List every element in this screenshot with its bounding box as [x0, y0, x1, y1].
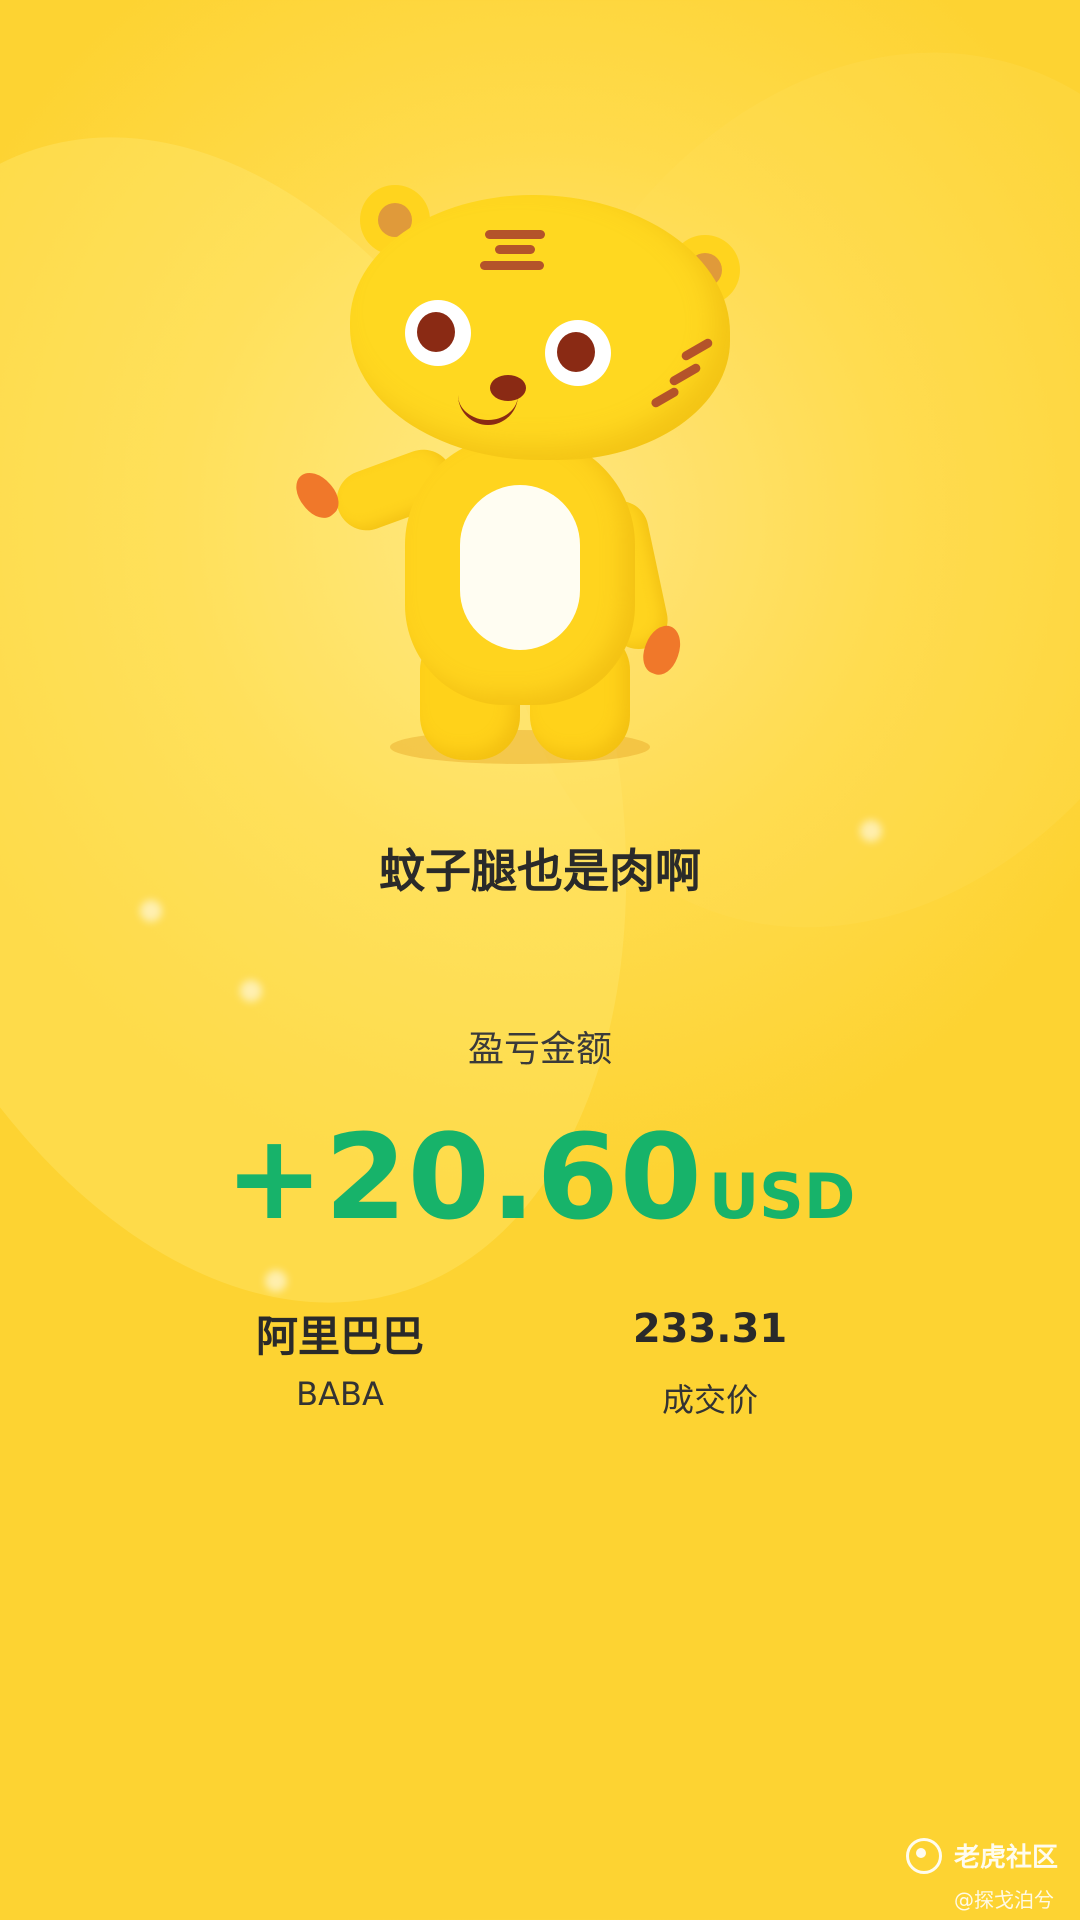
drumstick-icon [287, 464, 347, 526]
watermark-brand-text: 老虎社区 [953, 1843, 1058, 1873]
watermark-username: @探戈泊兮 [954, 1888, 1054, 1912]
forehead-stripe [495, 245, 535, 254]
profit-loss-label: 盈亏金额 [467, 1029, 612, 1070]
mascot-belly [460, 485, 580, 650]
cheek-stripe [668, 362, 702, 387]
trade-price-label: 成交价 [661, 1381, 758, 1419]
trade-price-value: 233.31 [632, 1306, 788, 1352]
profit-loss-value: +20.60 USD [0, 1108, 1080, 1246]
mascot-eye [545, 320, 611, 386]
mascot-head [350, 195, 730, 460]
tiger-mascot-illustration [287, 170, 760, 770]
mascot-mouth [458, 390, 518, 425]
mascot-body [405, 435, 635, 705]
cheek-stripe [680, 337, 714, 362]
user-nickname: 蚊子腿也是肉啊 [379, 844, 701, 898]
stock-ticker: BABA [296, 1375, 384, 1413]
profit-loss-currency: USD [708, 1160, 856, 1233]
forehead-stripe [485, 230, 545, 239]
stock-name: 阿里巴巴 [255, 1312, 424, 1361]
sparkle-decoration [265, 1270, 287, 1292]
sparkle-decoration [240, 980, 262, 1002]
profit-loss-amount: +20.60 [224, 1108, 703, 1246]
sparkle-decoration [140, 900, 162, 922]
cheek-stripe [649, 386, 681, 409]
watermark-brand: 老虎社区 [905, 1837, 1058, 1874]
forehead-stripe [480, 261, 544, 270]
tiger-community-logo-icon [905, 1837, 942, 1874]
mascot-eye [405, 300, 471, 366]
